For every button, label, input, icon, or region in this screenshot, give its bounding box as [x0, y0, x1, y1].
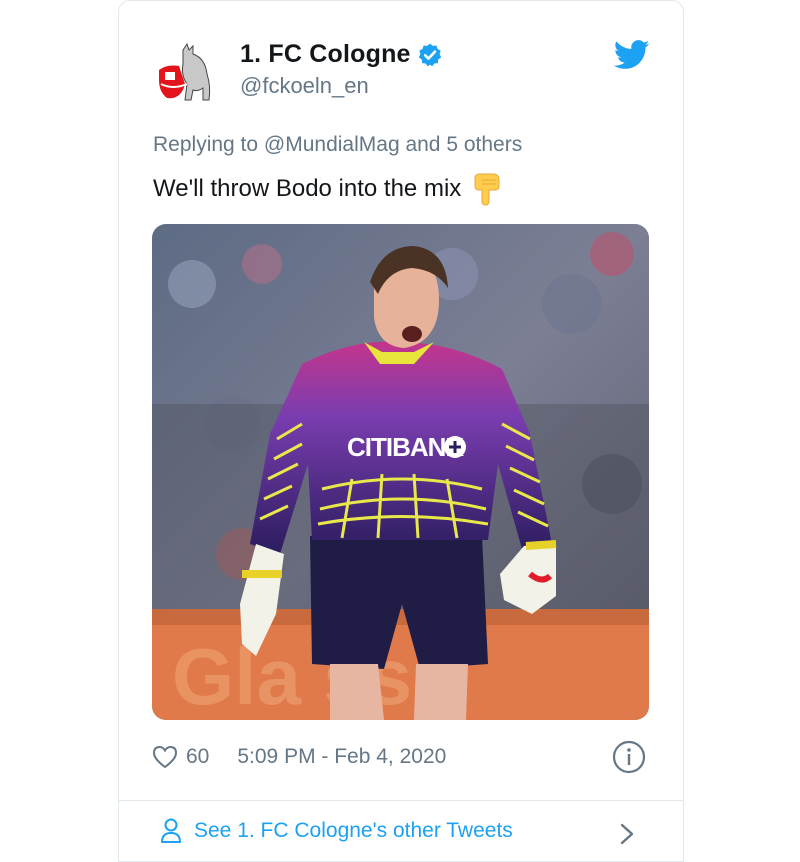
reply-targets-link[interactable]: @MundialMag and 5 others [264, 133, 522, 156]
chevron-right-icon[interactable] [618, 820, 636, 848]
heart-icon[interactable] [152, 745, 178, 769]
tweet-timestamp[interactable]: 5:09 PM - Feb 4, 2020 [237, 745, 446, 769]
tweet-text: We'll throw Bodo into the mix [153, 175, 462, 202]
reply-prefix: Replying to [153, 133, 259, 156]
twitter-bird-icon[interactable] [613, 40, 650, 70]
reply-context: Replying to @MundialMag and 5 others [153, 133, 522, 157]
info-icon[interactable] [612, 740, 646, 774]
see-other-tweets-link[interactable]: See 1. FC Cologne's other Tweets [160, 818, 513, 844]
tweet-text-row: We'll throw Bodo into the mix [153, 172, 503, 206]
display-name[interactable]: 1. FC Cologne [240, 40, 411, 69]
footer-link-text[interactable]: See 1. FC Cologne's other Tweets [194, 819, 513, 843]
person-icon [160, 818, 182, 844]
author-name-row[interactable]: 1. FC Cologne [240, 40, 443, 69]
like-count[interactable]: 60 [186, 745, 209, 769]
footer-divider [118, 800, 684, 801]
author-handle[interactable]: @fckoeln_en [240, 73, 369, 99]
profile-avatar[interactable] [153, 40, 225, 112]
tweet-photo[interactable]: Gla ss CITIBANK [152, 224, 649, 720]
pointing-down-emoji-icon [471, 172, 503, 206]
tweet-meta-row: 60 5:09 PM - Feb 4, 2020 [152, 742, 446, 772]
fc-cologne-logo-icon [153, 40, 225, 112]
verified-badge-icon [417, 42, 443, 68]
